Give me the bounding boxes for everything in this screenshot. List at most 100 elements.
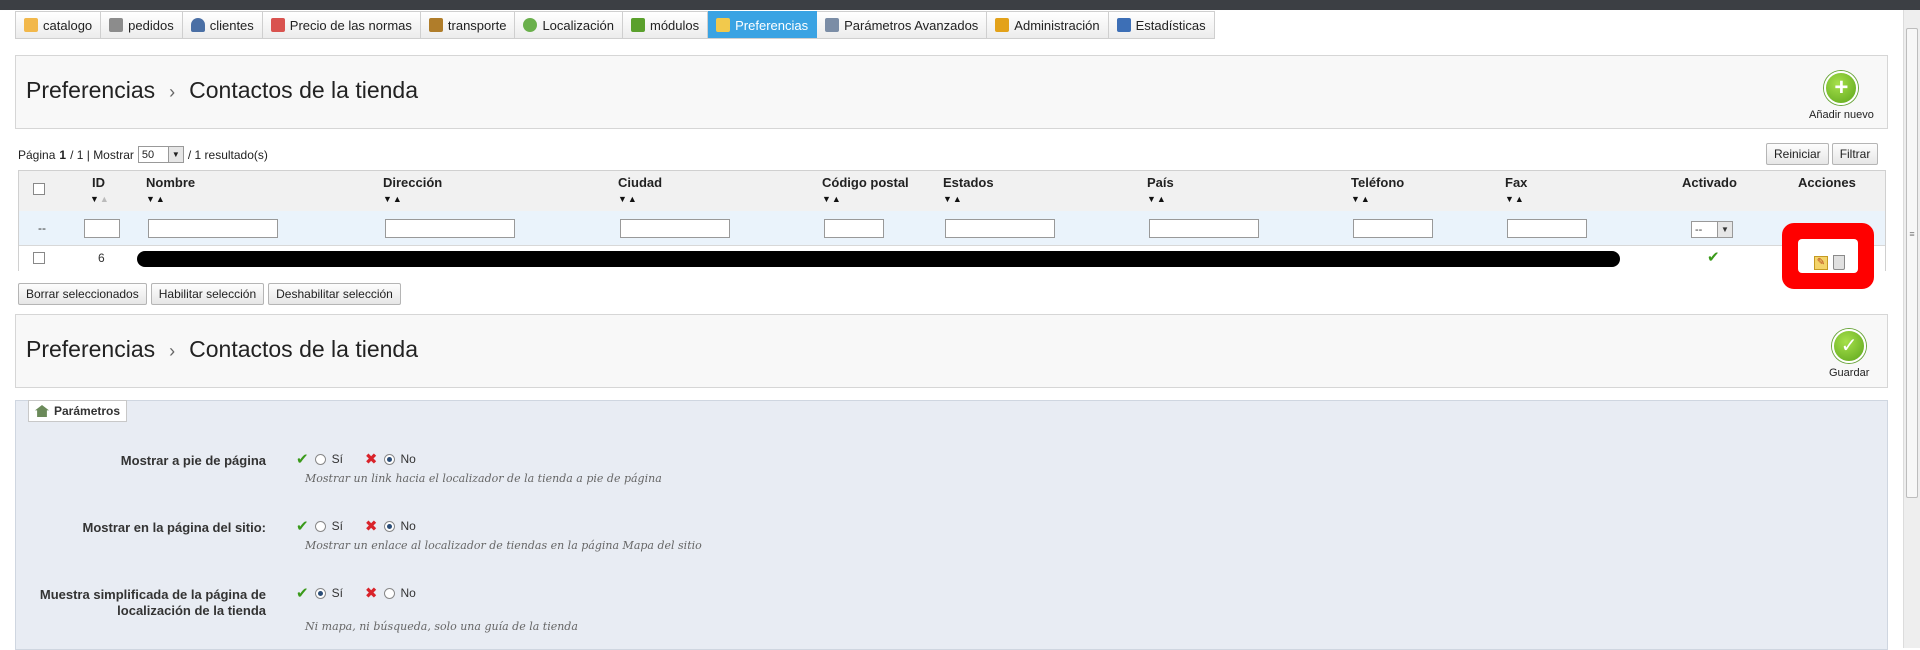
select-all-checkbox[interactable]: [33, 183, 45, 195]
tab-label: módulos: [650, 17, 700, 33]
per-page-select[interactable]: 50 ▼: [137, 146, 184, 163]
radio-no-label: No: [400, 452, 416, 466]
sort-arrows-address[interactable]: ▼▲: [383, 194, 403, 204]
filter-input-id[interactable]: [84, 219, 120, 238]
list-header-panel: Preferencias › Contactos de la tienda + Añ…: [15, 55, 1888, 129]
page-title: Contactos de la tienda: [189, 336, 419, 362]
filter-active-value: --: [1695, 223, 1703, 236]
price-rules-icon: [270, 18, 285, 32]
sort-arrows-country[interactable]: ▼▲: [1147, 194, 1167, 204]
filter-input-city[interactable]: [620, 219, 730, 238]
pagination: Página 1 / 1 | Mostrar 50 ▼ / 1 resultado…: [18, 146, 268, 163]
tab-label: Administración: [1014, 17, 1100, 33]
field-label-sitemap: Mostrar en la página del sitio:: [82, 520, 266, 535]
active-check-icon[interactable]: ✔: [1707, 248, 1720, 266]
filter-placeholder: --: [38, 221, 46, 235]
tab-modulos[interactable]: módulos: [623, 11, 709, 38]
tab-precio-normas[interactable]: Precio de las normas: [262, 11, 421, 38]
sort-arrows-fax[interactable]: ▼▲: [1505, 194, 1525, 204]
yes-check-icon: ✔: [296, 518, 309, 535]
scrollbar-thumb[interactable]: ≡: [1906, 28, 1918, 498]
chevron-down-icon: ▼: [167, 147, 183, 162]
no-cross-icon: ✖: [364, 451, 378, 468]
column-header-id: ID: [92, 175, 105, 190]
filter-input-address[interactable]: [385, 219, 515, 238]
tab-pedidos[interactable]: pedidos: [101, 11, 183, 38]
params-fieldset: Parámetros Mostrar a pie de página ✔ Sí …: [15, 400, 1888, 650]
bulk-actions: Borrar seleccionados Habilitar selección…: [18, 283, 401, 305]
folder-icon: [24, 18, 38, 32]
field-label-simplified: Muestra simplificada de la página de loc…: [39, 587, 266, 618]
tab-transporte[interactable]: transporte: [420, 11, 516, 38]
breadcrumb-parent[interactable]: Preferencias: [26, 336, 155, 362]
delete-selected-button[interactable]: Borrar seleccionados: [18, 283, 147, 305]
radio-no-label: No: [400, 519, 416, 533]
add-new-button[interactable]: + Añadir nuevo: [1809, 71, 1874, 121]
tab-label: catalogo: [43, 17, 93, 33]
filter-row: -- -- ▼: [19, 211, 1885, 246]
form-header-panel: Preferencias › Contactos de la tienda ✓ Gu…: [15, 314, 1888, 388]
tab-label: Estadísticas: [1135, 17, 1206, 33]
save-button[interactable]: ✓ Guardar: [1829, 329, 1869, 379]
sort-arrows-state[interactable]: ▼▲: [943, 194, 963, 204]
filter-input-country[interactable]: [1149, 219, 1259, 238]
column-header-fax: Fax: [1505, 175, 1528, 190]
enable-selected-button[interactable]: Habilitar selección: [150, 283, 265, 305]
breadcrumb-parent[interactable]: Preferencias: [26, 77, 155, 103]
breadcrumb-separator: ›: [169, 341, 176, 361]
filter-input-name[interactable]: [148, 219, 278, 238]
disable-selected-button[interactable]: Deshabilitar selección: [268, 283, 401, 305]
filter-actions: Reiniciar Filtrar: [1766, 143, 1879, 165]
yes-check-icon: ✔: [296, 451, 309, 468]
tab-catalogo[interactable]: catalogo: [15, 11, 102, 38]
row-checkbox[interactable]: [33, 252, 45, 264]
delete-icon[interactable]: [1833, 255, 1845, 270]
radio-yes[interactable]: [314, 453, 326, 465]
sort-arrows-postcode[interactable]: ▼▲: [822, 194, 842, 204]
column-header-city: Ciudad: [618, 175, 663, 190]
save-label: Guardar: [1829, 367, 1870, 379]
radio-yes[interactable]: [314, 587, 326, 599]
breadcrumb: Preferencias › Contactos de la tienda: [26, 77, 418, 104]
field-hint-footer: Mostrar un link hacia el localizador de …: [305, 472, 662, 485]
filter-input-phone[interactable]: [1353, 219, 1433, 238]
tab-preferencias[interactable]: Preferencias: [708, 11, 818, 38]
radio-no[interactable]: [383, 520, 395, 532]
per-page-value: 50: [141, 148, 155, 161]
tab-label: Precio de las normas: [289, 17, 412, 33]
radio-no[interactable]: [383, 587, 395, 599]
radio-no[interactable]: [383, 453, 395, 465]
sort-arrows-id[interactable]: ▼▲: [90, 194, 110, 204]
tab-administracion[interactable]: Administración: [987, 11, 1109, 38]
sort-arrows-phone[interactable]: ▼▲: [1351, 194, 1371, 204]
tab-estadisticas[interactable]: Estadísticas: [1108, 11, 1215, 38]
filter-input-state[interactable]: [945, 219, 1055, 238]
actions-cell: ✎: [1798, 239, 1858, 273]
column-header-postcode: Código postal: [822, 175, 909, 190]
edit-icon[interactable]: ✎: [1814, 256, 1828, 270]
tab-clientes[interactable]: clientes: [182, 11, 263, 38]
tab-parametros-avanzados[interactable]: Parámetros Avanzados: [817, 11, 988, 38]
column-header-state: Estados: [943, 175, 994, 190]
radio-yes[interactable]: [314, 520, 326, 532]
filter-input-fax[interactable]: [1507, 219, 1587, 238]
tab-localizacion[interactable]: Localización: [515, 11, 623, 38]
sort-arrows-name[interactable]: ▼▲: [146, 194, 166, 204]
tab-label: Preferencias: [735, 17, 809, 33]
column-header-name: Nombre: [146, 175, 196, 190]
field-options-sitemap: ✔ Sí ✖ No: [296, 517, 416, 535]
filter-button[interactable]: Filtrar: [1831, 143, 1879, 165]
reset-button[interactable]: Reiniciar: [1766, 143, 1829, 165]
table-row[interactable]: 6 ✔: [19, 246, 1885, 271]
sort-arrows-city[interactable]: ▼▲: [618, 194, 638, 204]
vertical-scrollbar[interactable]: ≡: [1903, 10, 1920, 648]
user-icon: [190, 18, 205, 32]
globe-icon: [523, 18, 538, 32]
truck-icon: [428, 18, 443, 32]
filter-input-postcode[interactable]: [824, 219, 884, 238]
params-legend: Parámetros: [28, 400, 128, 422]
breadcrumb: Preferencias › Contactos de la tienda: [26, 336, 418, 363]
field-options-simplified: ✔ Sí ✖ No: [296, 584, 416, 602]
filter-active-select[interactable]: -- ▼: [1691, 221, 1733, 238]
tab-label: Localización: [542, 17, 614, 33]
